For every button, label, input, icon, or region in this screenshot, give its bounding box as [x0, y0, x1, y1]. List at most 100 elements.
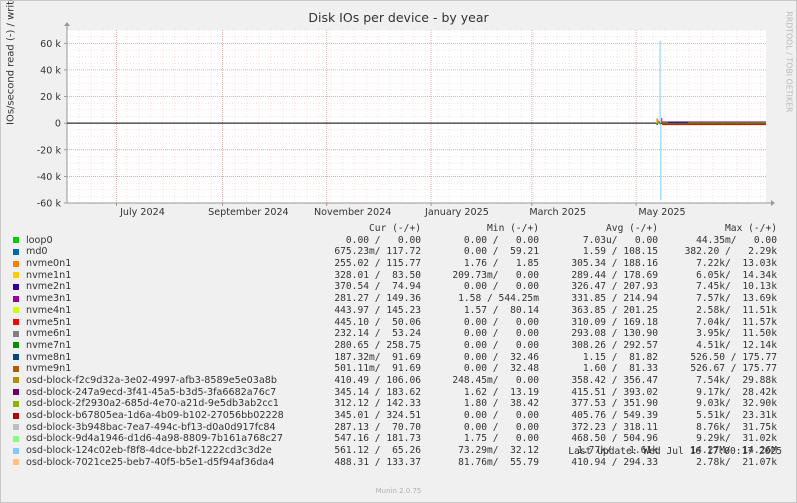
- series-swatch: [13, 412, 19, 419]
- header-cur: Cur (-/+): [369, 223, 421, 234]
- x-axis-arrow: [771, 200, 775, 206]
- series-name: osd-block-f2c9d32a-3e02-4997-afb3-8589e5…: [26, 374, 277, 386]
- series-swatch: [13, 330, 19, 337]
- series-name: nvme8n1: [26, 351, 72, 363]
- series-swatch: [13, 447, 19, 454]
- series-max: 2.58k/ 11.51k: [696, 304, 777, 316]
- series-name: osd-block-3b948bac-7ea7-494c-bf13-d0a0d9…: [26, 421, 276, 433]
- y-tick-label: -40 k: [37, 172, 62, 183]
- series-cur: 370.54 / 74.94: [334, 281, 421, 293]
- series-max: 2.78k/ 21.07k: [696, 456, 777, 468]
- series-max: 526.50 / 175.77: [690, 351, 777, 363]
- legend-row: nvme8n1 187.32m/ 91.69 0.00 / 32.46 1.15 / …: [12, 352, 787, 364]
- legend-row: nvme5n1 445.10 / 50.06 0.00 / 0.00 310.09 /…: [12, 317, 787, 329]
- legend-row: osd-block-b67805ea-1d6a-4b09-b102-27056b…: [12, 410, 787, 422]
- series-avg: 331.85 / 214.94: [571, 293, 658, 305]
- legend-row: osd-block-9d4a1946-d1d6-4a98-8809-7b161a…: [12, 433, 787, 445]
- series-min: 0.00 / 0.00: [463, 421, 539, 433]
- series-name: nvme3n1: [26, 293, 72, 305]
- series-avg: 363.85 / 201.25: [571, 304, 658, 316]
- legend-row: osd-block-f2c9d32a-3e02-4997-afb3-8589e5…: [12, 375, 787, 387]
- series-swatch: [13, 435, 19, 442]
- series-max: 8.76k/ 31.75k: [696, 421, 777, 433]
- series-name: md0: [26, 246, 48, 258]
- series-name: loop0: [26, 234, 53, 246]
- series-swatch: [13, 459, 19, 466]
- legend-row: nvme9n1 501.11m/ 91.69 0.00 / 32.48 1.60 / …: [12, 363, 787, 375]
- series-swatch: [13, 237, 19, 244]
- series-min: 0.00 / 0.00: [463, 234, 539, 246]
- series-cur: 410.49 / 106.06: [334, 374, 421, 386]
- munin-version: Munin 2.0.75: [375, 487, 422, 495]
- series-cur: 345.14 / 183.62: [334, 386, 421, 398]
- series-max: 4.51k/ 12.14k: [696, 339, 777, 351]
- series-name: osd-block-b67805ea-1d6a-4b09-b102-27056b…: [26, 410, 284, 421]
- series-name: osd-block-9d4a1946-d1d6-4a98-8809-7b161a…: [26, 433, 283, 445]
- series-name: nvme6n1: [26, 328, 72, 340]
- legend-row: osd-block-7021ce25-beb7-40f5-b5e1-d5f94a…: [12, 457, 787, 469]
- series-cur: 675.23m/ 117.72: [334, 246, 421, 258]
- series-avg: 308.26 / 292.57: [571, 339, 658, 351]
- series-min: 1.62 / 13.19: [463, 386, 539, 398]
- legend-row: nvme0n1 255.02 / 115.77 1.76 / 1.85 305.34 …: [12, 258, 787, 270]
- series-swatch: [13, 272, 19, 279]
- series-min: 0.00 / 0.00: [463, 316, 539, 328]
- x-tick-label: March 2025: [529, 207, 586, 218]
- series-avg: 1.59 / 108.15: [582, 246, 658, 258]
- series-max: 6.05k/ 14.34k: [696, 269, 777, 281]
- legend-row: loop0 0.00 / 0.00 0.00 / 0.00 7.03u/ 0.00 44…: [12, 235, 787, 247]
- series-avg: 7.03u/ 0.00: [582, 234, 658, 246]
- series-min: 73.29m/ 32.12: [458, 445, 539, 457]
- series-avg: 1.15 / 81.82: [582, 351, 658, 363]
- series-cur: 287.13 / 70.70: [334, 421, 421, 433]
- y-tick-label: -60 k: [37, 199, 62, 210]
- series-avg: 305.34 / 188.16: [571, 258, 658, 270]
- header-avg: Avg (-/+): [606, 223, 658, 234]
- series-cur: 561.12 / 65.26: [334, 445, 421, 457]
- y-tick-label: 60 k: [40, 39, 61, 50]
- series-swatch: [13, 400, 19, 407]
- legend-row: nvme4n1 443.97 / 145.23 1.57 / 80.14 363.85…: [12, 305, 787, 317]
- x-tick-label: November 2024: [314, 207, 391, 218]
- series-min: 1.57 / 80.14: [463, 304, 539, 316]
- series-swatch: [13, 342, 19, 349]
- series-cur: 232.14 / 53.24: [334, 328, 421, 340]
- series-swatch: [13, 248, 19, 255]
- series-cur: 328.01 / 83.50: [334, 269, 421, 281]
- x-tick-label: July 2024: [119, 207, 165, 218]
- series-avg: 289.44 / 178.69: [571, 269, 658, 281]
- series-swatch: [13, 307, 19, 314]
- series-min: 1.58 / 544.25m: [458, 293, 539, 305]
- series-min: 1.80 / 38.42: [463, 398, 539, 410]
- series-min: 0.00 / 59.21: [463, 246, 539, 258]
- series-avg: 326.47 / 207.93: [571, 281, 658, 293]
- series-min: 1.76 / 1.85: [463, 258, 539, 270]
- header-max: Max (-/+): [725, 223, 777, 234]
- legend-header: Cur (-/+) Min (-/+) Avg (-/+) Max (-/+): [12, 223, 787, 235]
- y-tick-label: 40 k: [40, 65, 61, 76]
- series-name: nvme5n1: [26, 316, 72, 328]
- series-min: 0.00 / 32.46: [463, 351, 539, 363]
- series-swatch: [13, 319, 19, 325]
- series-avg: 293.08 / 130.90: [571, 328, 658, 340]
- series-name: nvme0n1: [26, 258, 72, 270]
- series-max: 7.54k/ 29.88k: [696, 374, 777, 386]
- series-name: nvme4n1: [26, 304, 72, 316]
- series-swatch: [13, 365, 19, 372]
- legend-row: nvme2n1 370.54 / 74.94 0.00 / 0.00 326.47 /…: [12, 281, 787, 293]
- series-swatch: [13, 295, 19, 302]
- legend-row: md0 675.23m/ 117.72 0.00 / 59.21 1.59 / 108…: [12, 246, 787, 258]
- series-max: 9.17k/ 28.42k: [696, 386, 777, 398]
- series-name: nvme2n1: [26, 281, 72, 293]
- series-max: 9.03k/ 32.90k: [696, 398, 777, 410]
- series-max: 7.57k/ 13.69k: [696, 293, 777, 305]
- series-min: 248.45m/ 0.00: [452, 374, 539, 386]
- series-max: 526.67 / 175.77: [690, 363, 777, 375]
- series-cur: 488.31 / 133.37: [334, 456, 421, 468]
- series-max: 9.29k/ 31.02k: [696, 433, 777, 445]
- series-min: 209.73m/ 0.00: [452, 269, 539, 281]
- series-swatch: [13, 354, 19, 361]
- series-name: nvme9n1: [26, 363, 72, 375]
- x-tick-label: May 2025: [638, 207, 685, 218]
- series-min: 81.76m/ 55.79: [458, 456, 539, 468]
